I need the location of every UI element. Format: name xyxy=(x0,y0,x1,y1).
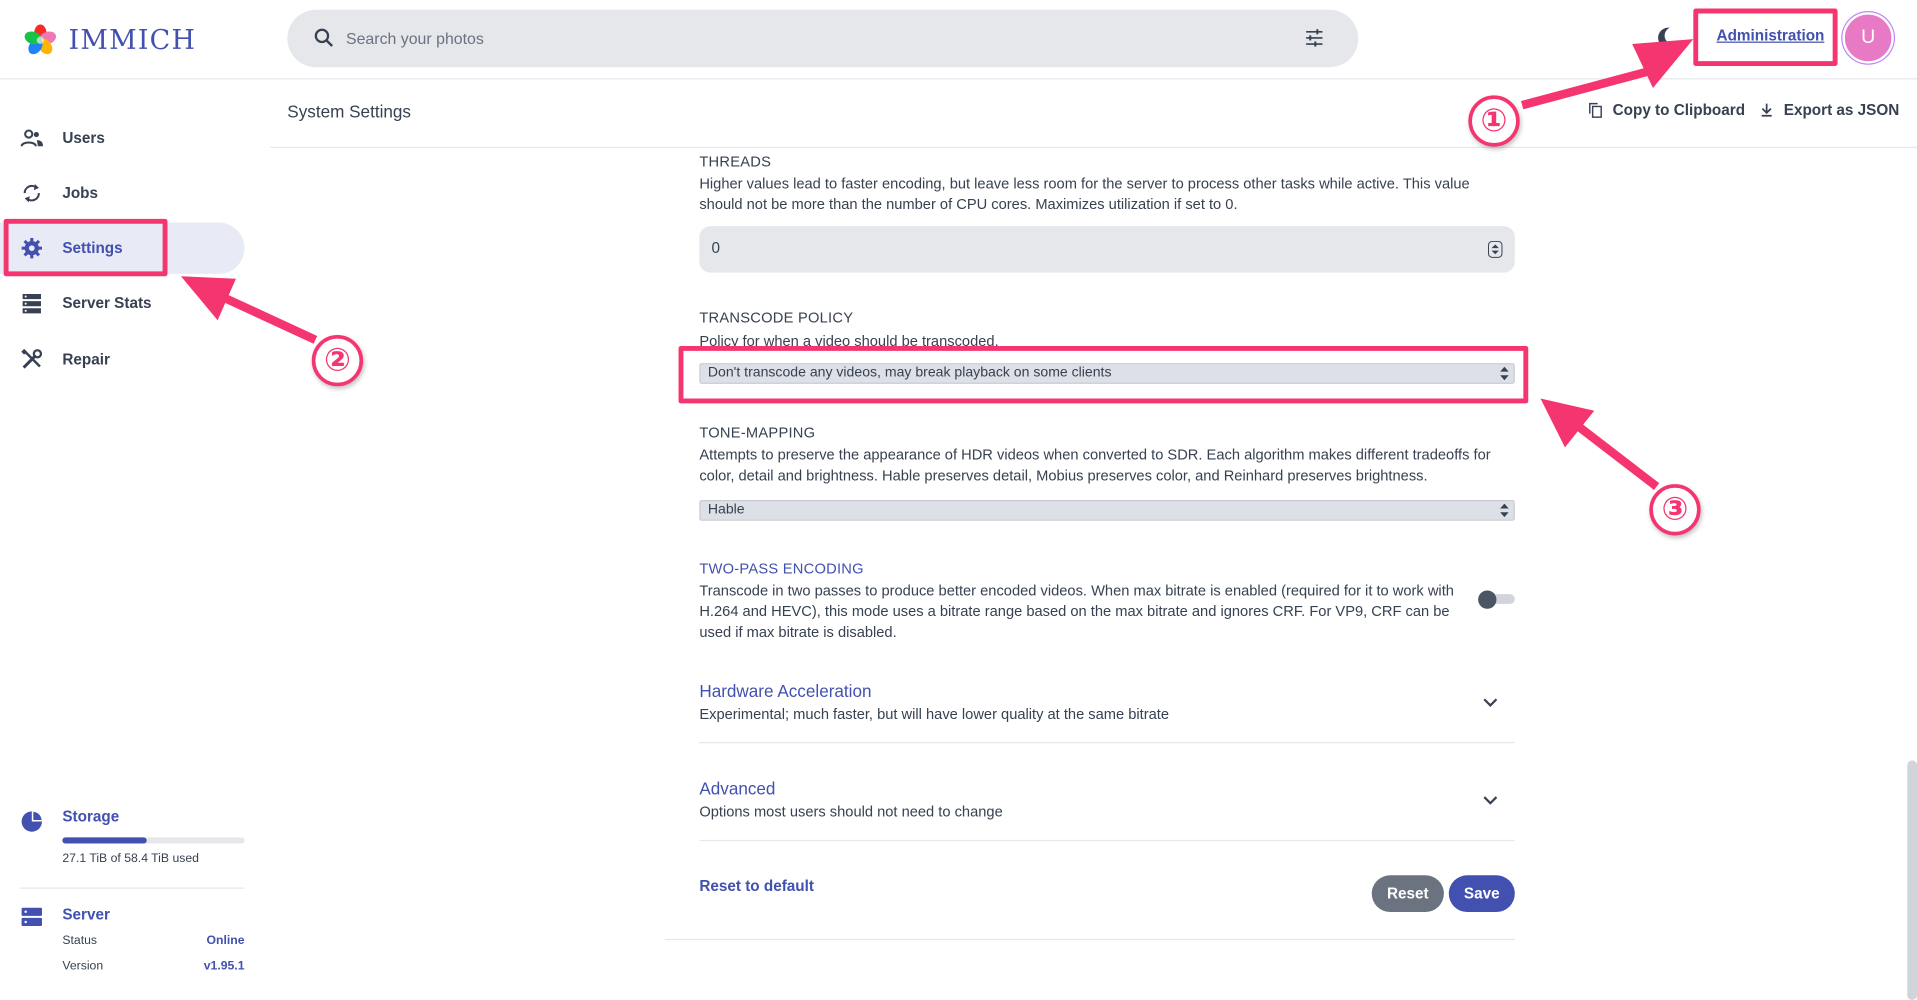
storage-usage-fill xyxy=(62,837,147,844)
toggle-knob xyxy=(1478,590,1497,609)
download-icon xyxy=(1761,103,1772,117)
dark-mode-toggle-icon[interactable] xyxy=(1653,24,1680,51)
number-spinner-icon[interactable] xyxy=(1488,240,1503,258)
advanced-description: Options most users should not need to ch… xyxy=(699,803,1003,821)
server-version-value[interactable]: v1.95.1 xyxy=(204,960,245,973)
search-bar[interactable] xyxy=(287,9,1359,68)
top-bar: IMMICH Administration U xyxy=(0,0,1917,80)
copy-to-clipboard-button[interactable]: Copy to Clipboard xyxy=(1587,101,1746,119)
sidebar-item-label: Users xyxy=(62,129,105,147)
user-avatar[interactable]: U xyxy=(1842,12,1894,64)
filter-options-icon[interactable] xyxy=(1302,26,1326,50)
chevron-down-icon[interactable] xyxy=(1482,795,1499,807)
copy-icon xyxy=(1589,102,1602,118)
immich-logo-icon xyxy=(24,24,57,55)
reset-to-default-link[interactable]: Reset to default xyxy=(699,878,814,895)
form-bottom-divider xyxy=(665,938,1515,941)
threads-title: THREADS xyxy=(699,152,772,170)
server-version-row: Version v1.95.1 xyxy=(62,960,244,973)
tools-icon xyxy=(21,348,43,369)
tone-mapping-select[interactable]: Hable xyxy=(699,500,1515,521)
app-logo[interactable]: IMMICH xyxy=(22,21,196,60)
export-button-label: Export as JSON xyxy=(1783,101,1900,119)
export-json-button[interactable]: Export as JSON xyxy=(1758,101,1900,119)
storage-usage-bar xyxy=(62,837,245,844)
sidebar-item-repair[interactable]: Repair xyxy=(0,334,245,385)
sidebar-item-label: Jobs xyxy=(62,184,99,202)
page-header: System Settings Copy to Clipboard Export… xyxy=(270,79,1917,148)
sidebar-item-label: Server Stats xyxy=(62,294,152,312)
two-pass-title: TWO-PASS ENCODING xyxy=(699,559,864,578)
sidebar-item-users[interactable]: Users xyxy=(0,112,245,163)
section-divider xyxy=(699,742,1515,744)
sidebar-item-jobs[interactable]: Jobs xyxy=(0,167,245,218)
threads-number-input[interactable]: 0 xyxy=(699,226,1515,273)
highlight-box-transcode-policy xyxy=(678,345,1529,404)
sidebar-item-server-stats[interactable]: Server Stats xyxy=(0,278,245,329)
reset-button[interactable]: Reset xyxy=(1371,875,1444,912)
pie-chart-icon xyxy=(21,811,42,832)
tone-mapping-value: Hable xyxy=(707,502,745,518)
sync-icon xyxy=(23,183,40,203)
transcode-policy-title: TRANSCODE POLICY xyxy=(699,309,854,327)
search-icon xyxy=(314,28,334,47)
tone-mapping-title: TONE-MAPPING xyxy=(699,424,816,442)
highlight-box-settings xyxy=(3,218,168,277)
sidebar-item-label: Repair xyxy=(62,350,110,368)
search-input[interactable] xyxy=(345,9,1276,68)
step-2-marker: ② xyxy=(311,334,364,387)
server-status-value: Online xyxy=(206,933,245,948)
threads-value: 0 xyxy=(711,239,721,257)
threads-description: Higher values lead to faster encoding, b… xyxy=(699,174,1470,213)
highlight-box-administration xyxy=(1693,8,1838,67)
storage-label: Storage xyxy=(62,808,120,826)
server-status-row: Status Online xyxy=(62,934,244,947)
logo-text: IMMICH xyxy=(68,25,197,56)
step-1-marker: ① xyxy=(1468,95,1520,147)
server-icon xyxy=(22,294,41,314)
section-divider xyxy=(699,839,1515,842)
hardware-acceleration-description: Experimental; much faster, but will have… xyxy=(699,705,1170,723)
select-arrows-icon xyxy=(1500,503,1509,518)
copy-button-label: Copy to Clipboard xyxy=(1612,101,1746,119)
chevron-down-icon[interactable] xyxy=(1482,697,1499,709)
arrow-3-head xyxy=(1540,398,1595,448)
page-title: System Settings xyxy=(287,101,411,122)
server-info-icon xyxy=(21,907,42,927)
server-status-label: Status xyxy=(62,933,98,948)
storage-usage-text: 27.1 TiB of 58.4 TiB used xyxy=(62,852,199,866)
scrollbar-thumb[interactable] xyxy=(1907,760,1917,1000)
two-pass-toggle[interactable] xyxy=(1478,590,1515,609)
server-version-label: Version xyxy=(62,959,104,974)
server-label: Server xyxy=(62,905,110,923)
tone-mapping-description: Attempts to preserve the appearance of H… xyxy=(699,446,1491,485)
sidebar-divider xyxy=(19,887,245,889)
hardware-acceleration-title[interactable]: Hardware Acceleration xyxy=(699,681,871,701)
users-icon xyxy=(20,129,43,147)
save-button[interactable]: Save xyxy=(1448,875,1515,912)
arrow-3-shaft xyxy=(1574,422,1660,490)
advanced-title[interactable]: Advanced xyxy=(699,779,775,799)
two-pass-description: Transcode in two passes to produce bette… xyxy=(699,581,1454,641)
step-3-marker: ③ xyxy=(1649,484,1701,536)
